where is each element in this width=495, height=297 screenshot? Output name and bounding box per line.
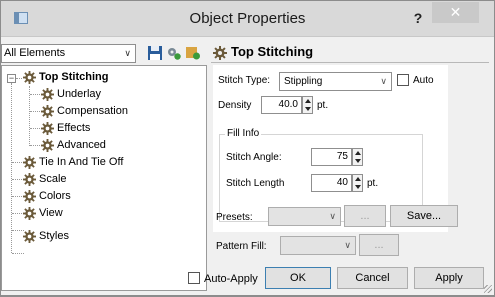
density-label: Density — [218, 100, 252, 111]
gear-icon — [41, 88, 54, 101]
save-icon[interactable] — [147, 45, 163, 61]
chevron-down-icon: ∨ — [344, 240, 351, 250]
tree-item-label: Advanced — [57, 139, 106, 151]
stitch-angle-input[interactable]: 75 — [311, 148, 352, 166]
gear-icon — [41, 122, 54, 135]
stitch-length-label: Stitch Length — [226, 178, 285, 189]
auto-apply-checkbox[interactable] — [188, 272, 200, 284]
gear-icon — [23, 190, 36, 203]
stitch-angle-label: Stitch Angle: — [226, 152, 282, 163]
save-preset-button[interactable]: Save... — [390, 205, 458, 227]
gear-icon — [213, 46, 227, 60]
gear-icon — [23, 207, 36, 220]
density-input[interactable]: 40.0 — [261, 96, 302, 114]
auto-apply-label: Auto-Apply — [204, 273, 258, 285]
resize-grip[interactable] — [484, 285, 492, 293]
tree-item-label: Styles — [39, 230, 69, 242]
collapse-toggle[interactable]: − — [7, 74, 16, 83]
tree-item-label: Tie In And Tie Off — [39, 156, 124, 168]
fill-info-title: Fill Info — [225, 128, 262, 139]
tree-item-label: Effects — [57, 122, 91, 134]
gear-icon — [23, 173, 36, 186]
stitch-type-value: Stippling — [284, 76, 323, 87]
presets-dropdown[interactable]: ∨ — [268, 207, 341, 226]
element-filter-value: All Elements — [4, 47, 66, 59]
ok-button[interactable]: OK — [265, 267, 331, 289]
tree-item-label: View — [39, 207, 63, 219]
close-button[interactable]: ✕ — [432, 2, 479, 23]
tree-item-label: Underlay — [57, 88, 102, 100]
dialog-body: All Elements ∨ − Top Stitching Underlay … — [1, 36, 494, 295]
apply-icon[interactable] — [185, 45, 201, 61]
density-stepper[interactable] — [302, 96, 313, 114]
gear-icon — [23, 71, 36, 84]
chevron-down-icon: ∨ — [124, 48, 131, 58]
stitch-length-stepper[interactable] — [352, 174, 363, 192]
heading-divider — [211, 62, 489, 63]
tree-item-label: Compensation — [57, 105, 128, 117]
section-heading: Top Stitching — [231, 44, 314, 59]
density-unit: pt. — [317, 100, 329, 111]
apply-button[interactable]: Apply — [414, 267, 484, 289]
pattern-fill-dropdown[interactable]: ∨ — [280, 236, 356, 255]
tree-item-label: Top Stitching — [39, 70, 109, 85]
tree-item-label: Colors — [39, 190, 71, 202]
tree-item-label: Scale — [39, 173, 67, 185]
chevron-down-icon: ∨ — [380, 76, 387, 86]
auto-label: Auto — [413, 75, 434, 86]
title-bar[interactable]: Object Properties ? ✕ — [1, 1, 494, 36]
stitch-angle-stepper[interactable] — [352, 148, 363, 166]
element-filter-dropdown[interactable]: All Elements ∨ — [1, 44, 136, 63]
settings-icon[interactable] — [166, 45, 182, 61]
gear-icon — [41, 105, 54, 118]
stitch-type-dropdown[interactable]: Stippling ∨ — [279, 72, 392, 91]
presets-browse-button[interactable]: ... — [344, 205, 386, 227]
properties-tree[interactable]: − Top Stitching Underlay Compensation Effec… — [1, 65, 207, 291]
gear-icon — [23, 156, 36, 169]
object-properties-window: Object Properties ? ✕ All Elements ∨ − T… — [0, 0, 495, 297]
help-button[interactable]: ? — [406, 8, 430, 28]
cancel-button[interactable]: Cancel — [337, 267, 408, 289]
gear-icon — [41, 139, 54, 152]
chevron-down-icon: ∨ — [329, 211, 336, 221]
pattern-fill-browse-button[interactable]: ... — [359, 234, 399, 256]
auto-checkbox[interactable] — [397, 74, 409, 86]
stitch-length-unit: pt. — [367, 178, 379, 189]
presets-label: Presets: — [216, 212, 253, 223]
stitch-type-label: Stitch Type: — [218, 75, 271, 86]
stitch-length-input[interactable]: 40 — [311, 174, 352, 192]
pattern-fill-label: Pattern Fill: — [216, 241, 267, 252]
gear-icon — [23, 230, 36, 243]
